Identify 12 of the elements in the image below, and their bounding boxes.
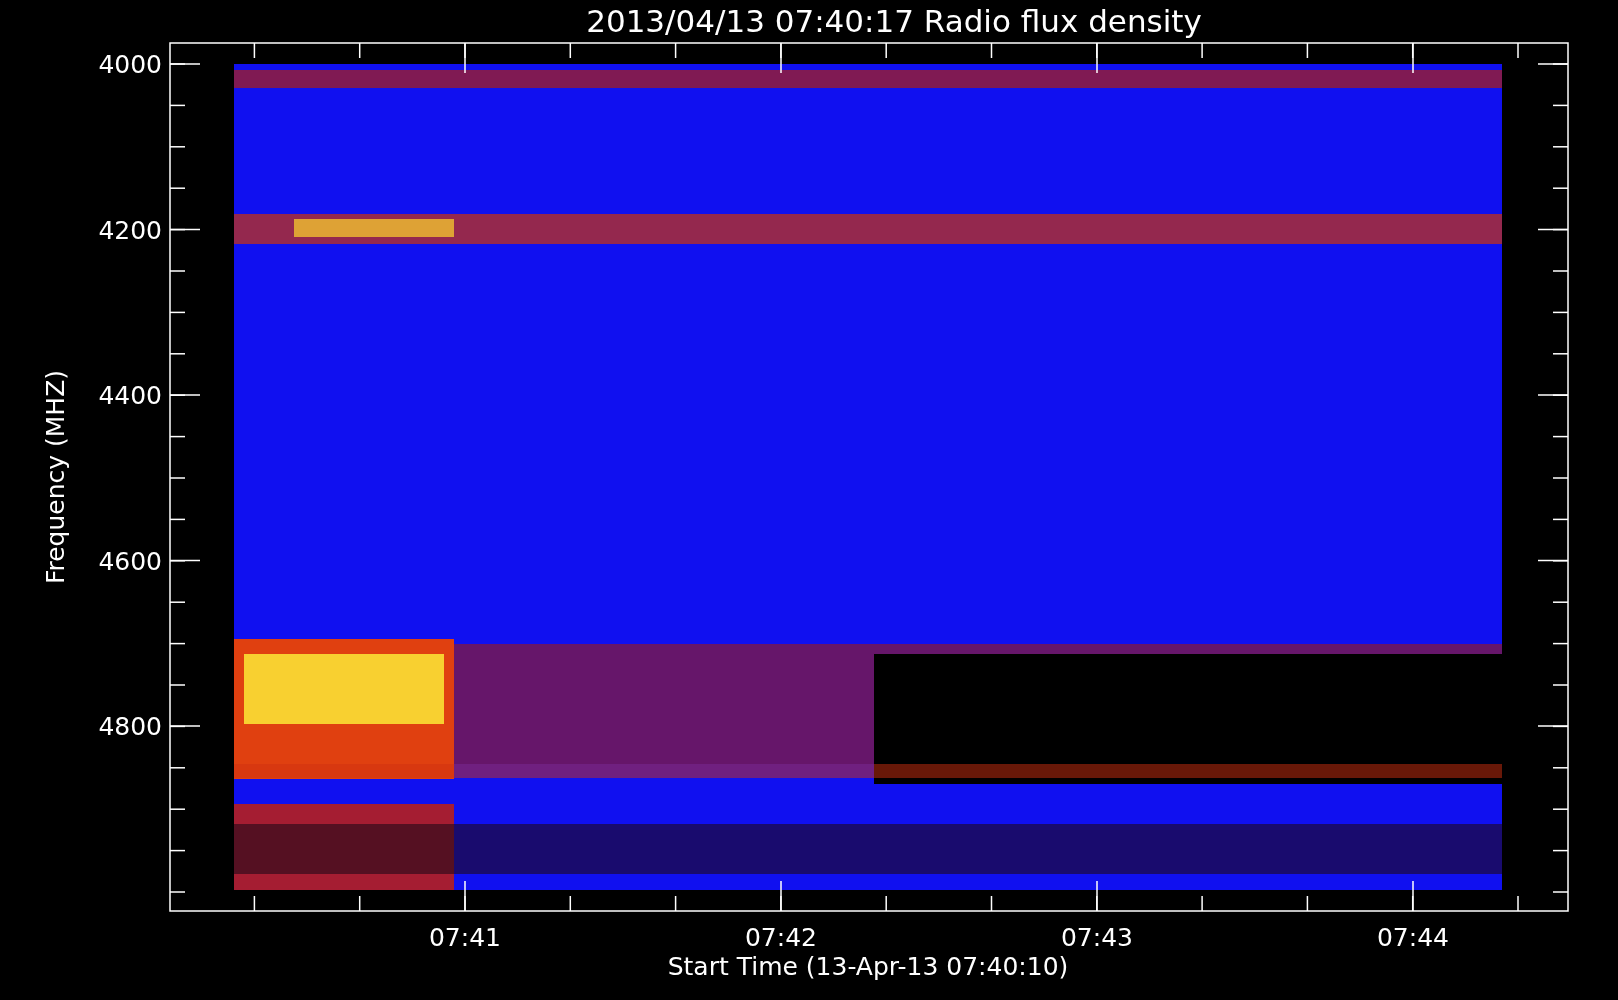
tick-label: 4800: [98, 712, 162, 741]
chart-title: 2013/04/13 07:40:17 Radio flux density: [586, 3, 1202, 39]
tick-label: 4600: [98, 546, 162, 576]
tick-label: 4200: [98, 215, 162, 245]
tick-label: 07:42: [745, 923, 817, 952]
tick-label: 4000: [98, 50, 162, 79]
tick-label: 4400: [98, 381, 162, 410]
tick-label: 07:44: [1377, 923, 1449, 952]
tick-label: 07:43: [1061, 923, 1133, 952]
axis-label: Start Time (13-Apr-13 07:40:10): [667, 952, 1069, 981]
tick-label: 07:41: [429, 923, 501, 952]
axis-label: Frequency (MHZ): [41, 369, 70, 585]
